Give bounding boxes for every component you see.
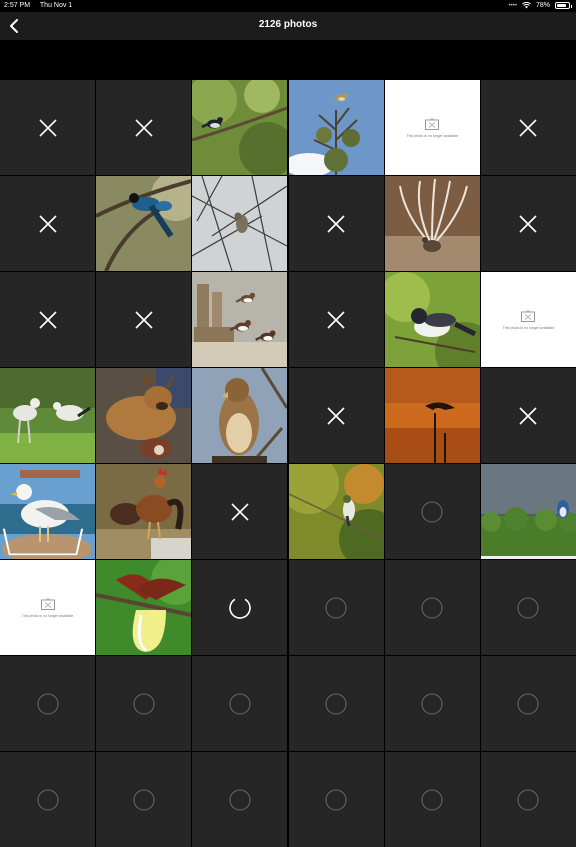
status-left: 2:57 PM Thu Nov 1 [4,2,80,9]
unavailable-photo-tile[interactable]: This photo is no longer available [384,80,480,175]
close-icon [38,214,57,233]
pending-photo-tile[interactable] [480,752,576,847]
unavailable-message: This photo is no longer available [502,325,555,330]
failed-photo-tile[interactable] [288,368,384,463]
pending-photo-tile[interactable] [0,752,95,847]
close-icon [327,310,345,329]
close-icon [231,502,249,521]
pending-photo-tile[interactable] [96,656,192,751]
seagull-photo[interactable] [0,464,95,559]
lyrebird-photo[interactable] [384,176,480,271]
close-icon [135,118,153,137]
circle-icon [421,501,443,522]
rooster-photo[interactable] [96,464,192,559]
failed-photo-tile[interactable] [288,176,384,271]
bird-bare-branches-photo[interactable] [192,176,288,271]
pending-photo-tile[interactable] [192,752,288,847]
pending-photo-tile[interactable] [384,752,480,847]
bird-on-tree-sky-photo[interactable] [288,80,384,175]
blue-bird-photo[interactable] [96,176,192,271]
pending-photo-tile[interactable] [480,656,576,751]
failed-photo-tile[interactable] [480,176,576,271]
battery-percent: 78% [535,2,550,9]
bird-of-paradise-photo[interactable] [96,560,192,655]
dog-photo[interactable] [96,368,192,463]
unavailable-photo-tile[interactable]: This photo is no longer available [0,560,95,655]
status-time: 2:57 PM [4,2,31,9]
secretary-birds-photo[interactable] [0,368,95,463]
status-date: Thu Nov 1 [39,2,73,9]
circle-icon [37,693,58,714]
hummingbird-photo[interactable] [288,464,384,559]
pending-photo-tile[interactable] [288,656,384,751]
pending-photo-tile[interactable] [384,656,480,751]
bird-silhouette-sunset-photo[interactable] [384,368,480,463]
circle-icon [517,789,539,810]
pending-photo-tile[interactable] [384,560,480,655]
hawk-photo[interactable] [192,368,288,463]
wifi-icon [522,2,531,9]
unavailable-photo-tile[interactable]: This photo is no longer available [480,272,576,367]
loading-photo-tile[interactable] [192,560,288,655]
failed-photo-tile[interactable] [96,80,192,175]
circle-icon [325,693,347,714]
jay-on-hedge-photo[interactable] [480,464,576,559]
failed-photo-tile[interactable] [0,80,95,175]
close-icon [135,310,153,329]
pending-photo-tile[interactable] [96,752,192,847]
circle-icon [133,693,155,714]
pending-photo-tile[interactable] [192,656,288,751]
close-icon [519,118,538,137]
pending-photo-tile[interactable] [0,656,95,751]
circle-icon [229,693,251,714]
spinner-icon [229,596,251,619]
pending-photo-tile[interactable] [288,752,384,847]
turnstones-photo[interactable] [192,272,288,367]
pending-photo-tile[interactable] [480,560,576,655]
kingbird-photo[interactable] [384,272,480,367]
failed-photo-tile[interactable] [96,272,192,367]
close-icon [519,406,538,425]
circle-icon [325,789,347,810]
circle-icon [421,789,443,810]
circle-icon [37,789,58,810]
failed-photo-tile[interactable] [288,272,384,367]
battery-icon [555,2,572,9]
unavailable-message: This photo is no longer available [21,613,74,618]
close-icon [38,118,57,137]
pending-photo-tile[interactable] [384,464,480,559]
circle-icon [517,693,539,714]
unavailable-message: This photo is no longer available [406,133,459,138]
battery-fill [557,4,566,7]
failed-photo-tile[interactable] [0,176,95,271]
close-icon [38,310,57,329]
broken-image-icon [521,309,536,322]
broken-image-icon [425,117,440,130]
page-title: 2126 photos [258,19,318,30]
photo-frame-overlay [2,528,84,556]
photo-grid: This photo is no longer available This ph… [0,80,576,847]
bird-on-branch-photo[interactable] [192,80,288,175]
close-icon [327,214,345,233]
pending-photo-tile[interactable] [288,560,384,655]
signal-dots-icon: •••• [508,2,517,9]
circle-icon [229,789,251,810]
circle-icon [133,789,155,810]
status-right: •••• 78% [508,2,572,9]
circle-icon [325,597,347,618]
failed-photo-tile[interactable] [480,368,576,463]
circle-icon [421,693,443,714]
failed-photo-tile[interactable] [192,464,288,559]
circle-icon [421,597,443,618]
close-icon [327,406,345,425]
close-icon [519,214,538,233]
status-bar: 2:57 PM Thu Nov 1 •••• 78% [0,0,576,12]
broken-image-icon [40,597,55,610]
circle-icon [517,597,539,618]
failed-photo-tile[interactable] [480,80,576,175]
failed-photo-tile[interactable] [0,272,95,367]
navigation-bar: 2126 photos [0,12,576,40]
